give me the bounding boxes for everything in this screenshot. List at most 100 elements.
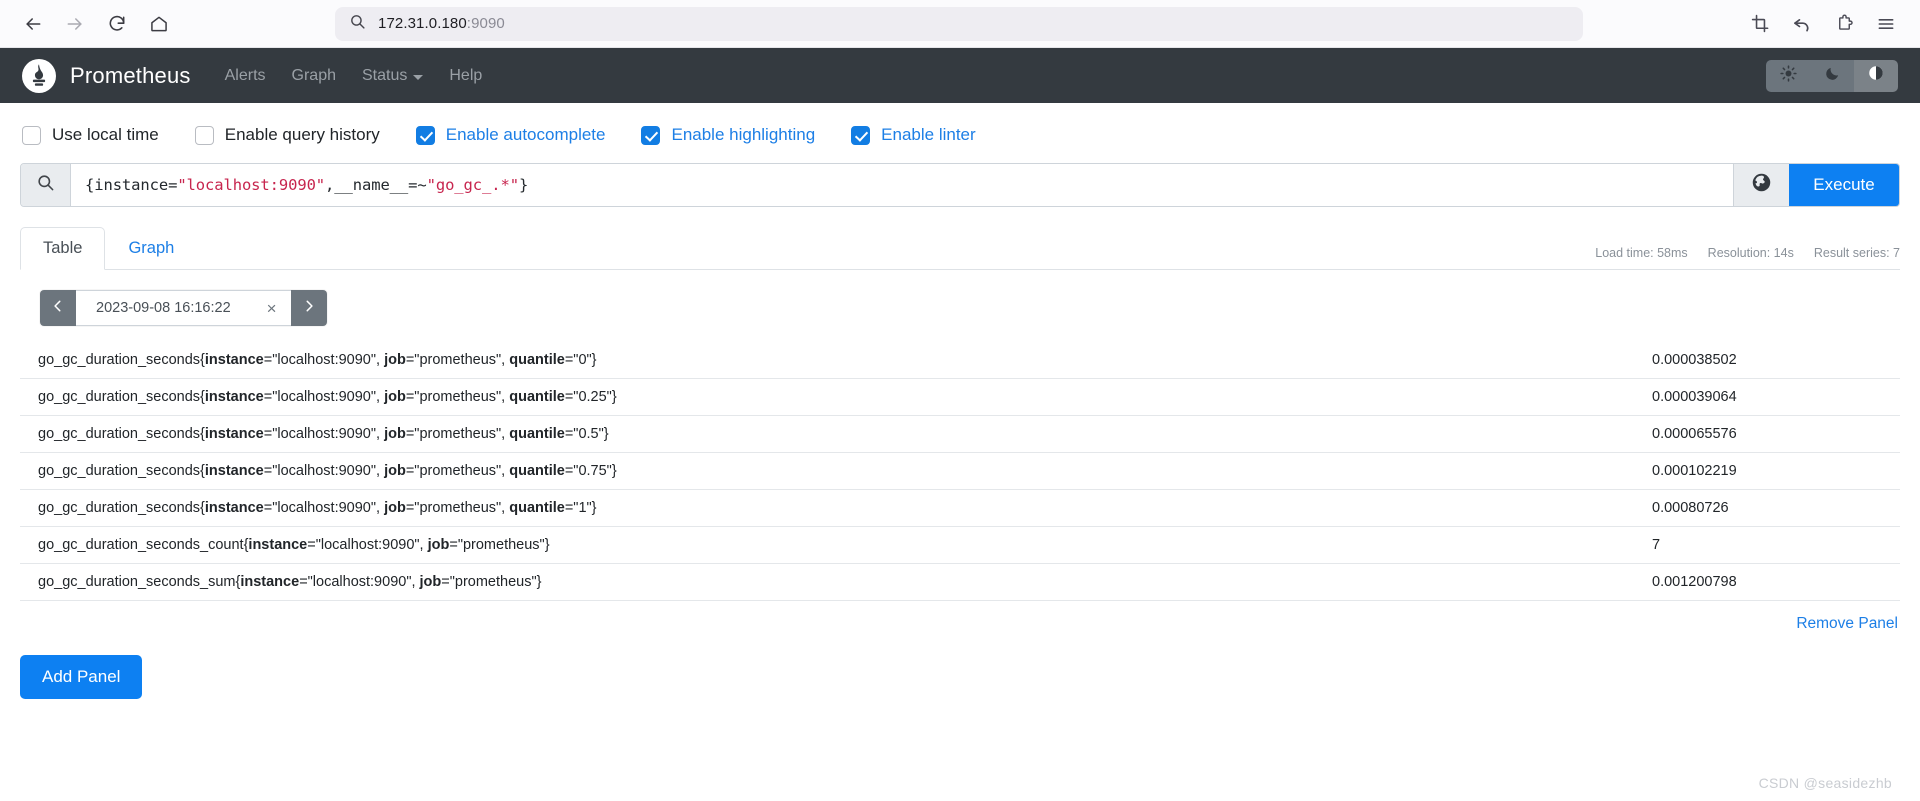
nav-label-status: Status <box>362 66 408 84</box>
option-enable-autocomplete[interactable]: Enable autocomplete <box>415 125 605 145</box>
label-value: "localhost:9090" <box>315 537 420 553</box>
label-value: "0.25" <box>573 389 612 405</box>
series-cell: go_gc_duration_seconds{instance="localho… <box>38 426 609 442</box>
checkbox-enable-query-history[interactable] <box>194 125 214 145</box>
reload-button[interactable] <box>98 5 136 43</box>
label-key: instance <box>204 426 264 442</box>
browser-actions <box>1740 5 1906 43</box>
label-key: instance <box>248 537 308 553</box>
label-key: quantile <box>509 500 565 516</box>
remove-panel-link[interactable]: Remove Panel <box>1796 615 1898 633</box>
tab-table-label: Table <box>43 239 83 257</box>
series-cell: go_gc_duration_seconds_sum{instance="loc… <box>38 574 542 590</box>
time-picker-row: 2023-09-08 16:16:22 × <box>20 270 1900 326</box>
dark-theme-button[interactable] <box>1810 59 1854 92</box>
label-key: instance <box>204 389 264 405</box>
table-row[interactable]: go_gc_duration_seconds{instance="localho… <box>20 415 1900 453</box>
value-cell: 0.000102219 <box>1652 463 1737 479</box>
query-panel: Table Graph Load time: 58ms Resolution: … <box>20 227 1900 633</box>
undo-button[interactable] <box>1782 5 1822 43</box>
checkbox-enable-linter[interactable] <box>851 125 871 145</box>
label-key: job <box>419 574 442 590</box>
home-button[interactable] <box>140 5 178 43</box>
time-prev-button[interactable] <box>40 290 76 326</box>
table-row[interactable]: go_gc_duration_seconds_sum{instance="loc… <box>20 563 1900 601</box>
query-input[interactable]: {instance = "localhost:9090", __name__ =~ "go… <box>71 164 1733 206</box>
table-row[interactable]: go_gc_duration_seconds{instance="localho… <box>20 489 1900 527</box>
query-token-open-brace: { <box>85 176 95 194</box>
value-cell: 0.001200798 <box>1652 574 1737 590</box>
result-table: go_gc_duration_seconds{instance="localho… <box>20 342 1900 601</box>
chevron-down-icon <box>413 74 424 80</box>
time-clear-button[interactable]: × <box>265 300 279 317</box>
label-key: job <box>384 500 406 516</box>
label-key: job <box>384 352 406 368</box>
metric-name: go_gc_duration_seconds <box>38 426 201 442</box>
sun-icon <box>1779 64 1797 87</box>
metric-name: go_gc_duration_seconds <box>38 389 201 405</box>
label-value: "0.5" <box>573 426 604 442</box>
table-row[interactable]: go_gc_duration_seconds_count{instance="l… <box>20 526 1900 564</box>
address-bar[interactable]: 172.31.0.180:9090 <box>335 6 1583 41</box>
option-use-local-time[interactable]: Use local time <box>22 125 159 145</box>
label-value: "localhost:9090" <box>272 463 377 479</box>
label-value: "0.75" <box>573 463 612 479</box>
label-value: "prometheus" <box>414 500 502 516</box>
browser-nav-buttons <box>14 5 178 43</box>
watermark: CSDN @seasidezhb <box>1758 775 1892 791</box>
table-row[interactable]: go_gc_duration_seconds{instance="localho… <box>20 378 1900 416</box>
checkbox-enable-autocomplete[interactable] <box>415 125 435 145</box>
option-enable-query-history[interactable]: Enable query history <box>194 125 380 145</box>
search-icon <box>349 13 366 35</box>
capture-button[interactable] <box>1740 5 1780 43</box>
option-enable-linter[interactable]: Enable linter <box>851 125 976 145</box>
label-value: "prometheus" <box>449 574 537 590</box>
value-cell: 7 <box>1652 537 1661 553</box>
nav-item-alerts[interactable]: Alerts <box>225 67 266 85</box>
label-value: "localhost:9090" <box>272 500 377 516</box>
browser-menu-button[interactable] <box>1866 5 1906 43</box>
checkbox-enable-highlighting[interactable] <box>641 125 661 145</box>
query-token-label-instance: instance <box>94 176 169 194</box>
checkbox-use-local-time[interactable] <box>22 125 41 145</box>
extensions-button[interactable] <box>1824 5 1864 43</box>
navbar-links: Alerts Graph Status Help <box>225 67 483 85</box>
tab-table[interactable]: Table <box>20 227 106 270</box>
nav-item-graph[interactable]: Graph <box>292 67 336 85</box>
execute-button[interactable]: Execute <box>1789 164 1899 206</box>
brand-link[interactable]: Prometheus <box>22 58 191 93</box>
label-key: instance <box>240 574 300 590</box>
forward-button[interactable] <box>56 5 94 43</box>
tab-graph[interactable]: Graph <box>105 227 197 270</box>
option-enable-highlighting[interactable]: Enable highlighting <box>641 125 815 145</box>
query-search-button[interactable] <box>21 164 71 206</box>
label-enable-query-history: Enable query history <box>224 125 380 144</box>
label-key: quantile <box>509 389 565 405</box>
query-token-value-instance: "localhost:9090" <box>177 176 326 194</box>
prometheus-torch-logo <box>22 58 56 93</box>
query-token-eq2: =~ <box>408 176 427 194</box>
add-panel-row: Add Panel <box>0 633 1920 699</box>
metrics-explorer-button[interactable] <box>1733 164 1789 206</box>
hamburger-menu-icon <box>1876 14 1896 34</box>
table-row[interactable]: go_gc_duration_seconds{instance="localho… <box>20 342 1900 379</box>
label-key: quantile <box>509 426 565 442</box>
extensions-puzzle-icon <box>1835 14 1854 33</box>
table-row[interactable]: go_gc_duration_seconds{instance="localho… <box>20 452 1900 490</box>
nav-item-status[interactable]: Status <box>362 66 424 85</box>
label-value: "localhost:9090" <box>272 389 377 405</box>
back-button[interactable] <box>14 5 52 43</box>
moon-icon <box>1824 65 1841 87</box>
label-key: job <box>384 426 406 442</box>
label-enable-linter: Enable linter <box>881 125 976 144</box>
home-icon <box>149 14 169 34</box>
remove-panel-row: Remove Panel <box>20 601 1900 633</box>
light-theme-button[interactable] <box>1766 59 1810 92</box>
result-table-body: go_gc_duration_seconds{instance="localho… <box>20 342 1900 601</box>
add-panel-button[interactable]: Add Panel <box>20 655 143 699</box>
time-next-button[interactable] <box>290 290 327 326</box>
nav-item-help[interactable]: Help <box>449 67 482 85</box>
time-input[interactable]: 2023-09-08 16:16:22 × <box>76 290 291 326</box>
auto-theme-button[interactable] <box>1854 59 1898 92</box>
address-bar-container: 172.31.0.180:9090 <box>178 6 1740 41</box>
